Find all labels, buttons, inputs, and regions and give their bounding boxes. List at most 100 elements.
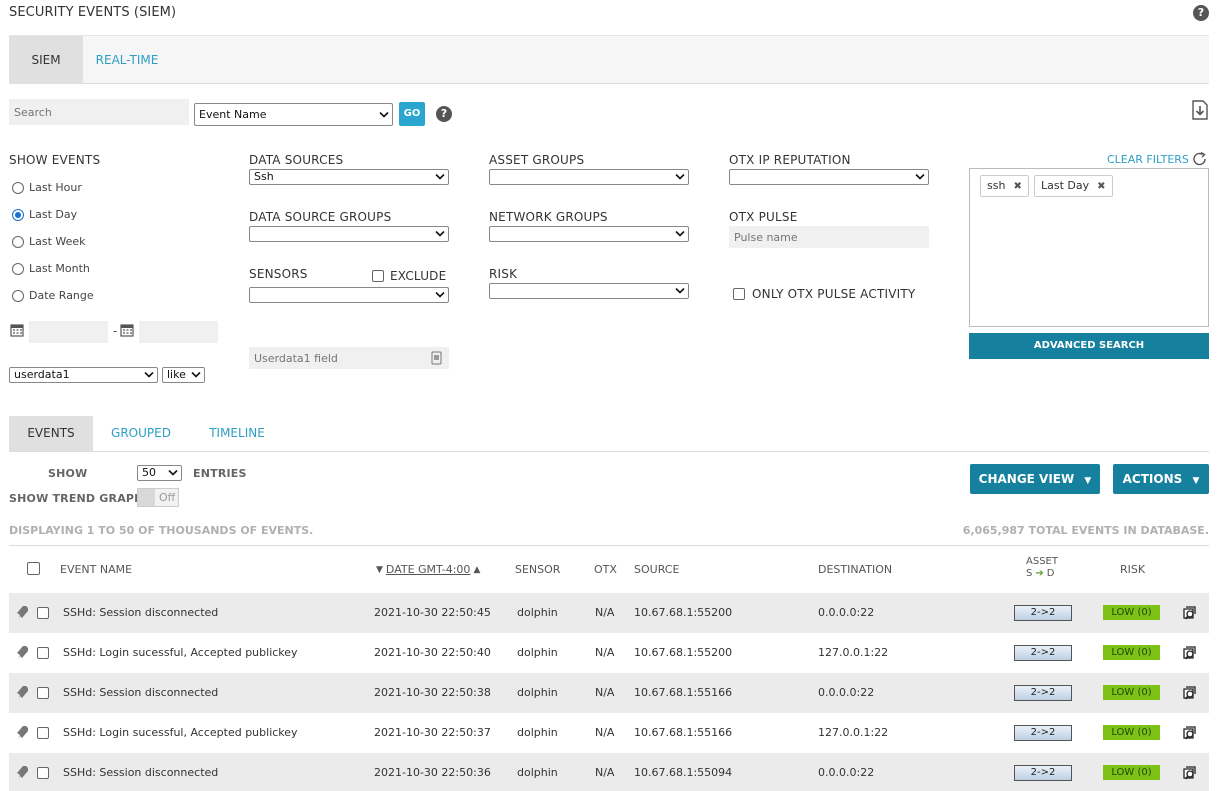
tab-siem[interactable]: SIEM [9,36,83,84]
row-checkbox[interactable] [37,607,49,619]
search-help-icon[interactable]: ? [436,106,452,122]
table-row[interactable]: SSHd: Session disconnected 2021-10-30 22… [9,753,1209,791]
tab-events[interactable]: EVENTS [9,416,93,451]
plug-icon [17,766,28,780]
help-icon[interactable]: ? [1193,5,1209,21]
event-name-cell[interactable]: SSHd: Session disconnected [63,593,218,633]
radio-button[interactable] [12,262,24,275]
userdata-operator-select[interactable]: like [162,367,205,383]
calendar-icon[interactable] [120,323,134,337]
otx-ip-reputation-select[interactable] [729,169,929,185]
keyboard-icon[interactable] [431,351,442,365]
close-icon[interactable]: ✖ [1013,181,1021,192]
row-checkbox[interactable] [37,727,49,739]
radio-button[interactable] [12,181,24,194]
destination-cell[interactable]: 0.0.0.0:22 [818,673,874,713]
sensors-select[interactable] [249,287,449,303]
col-date-label[interactable]: DATE GMT-4:00 [386,563,471,576]
change-view-button[interactable]: CHANGE VIEW ▼ [970,464,1100,494]
radio-last-week[interactable]: Last Week [12,235,86,248]
source-cell[interactable]: 10.67.68.1:55166 [634,713,732,753]
radio-last-month[interactable]: Last Month [12,262,90,275]
magnifier-icon[interactable] [1183,605,1201,621]
radio-last-day[interactable]: Last Day [12,208,77,221]
exclude-checkbox[interactable] [372,270,384,282]
go-button[interactable]: GO [399,102,425,126]
destination-cell[interactable]: 127.0.0.1:22 [818,713,888,753]
asset-groups-select[interactable] [489,169,689,185]
tab-real-time[interactable]: REAL-TIME [83,36,171,84]
sort-asc-icon[interactable]: ▲ [473,565,480,575]
magnifier-icon[interactable] [1183,725,1201,741]
col-destination[interactable]: DESTINATION [818,563,892,576]
only-otx-checkbox-row[interactable]: ONLY OTX PULSE ACTIVITY [733,287,915,301]
tab-grouped[interactable]: GROUPED [93,416,189,451]
magnifier-icon[interactable] [1183,765,1201,781]
source-cell[interactable]: 10.67.68.1:55200 [634,633,732,673]
date-to-input[interactable] [139,321,218,343]
filter-tag: ssh ✖ [980,175,1029,197]
row-checkbox[interactable] [37,687,49,699]
magnifier-icon[interactable] [1183,685,1201,701]
displaying-summary: DISPLAYING 1 TO 50 OF THOUSANDS OF EVENT… [9,524,314,537]
col-date[interactable]: ▼ DATE GMT-4:00 ▲ [376,563,480,576]
col-source[interactable]: SOURCE [634,563,679,576]
data-source-groups-label: DATA SOURCE GROUPS [249,210,392,224]
date-from-input[interactable] [29,321,108,343]
col-event-name[interactable]: EVENT NAME [60,563,132,576]
userdata-field-value: userdata1 [14,368,70,381]
event-name-cell[interactable]: SSHd: Session disconnected [63,753,218,791]
magnifier-icon[interactable] [1183,645,1201,661]
advanced-search-button[interactable]: ADVANCED SEARCH [969,333,1209,359]
search-input[interactable] [9,99,189,125]
radio-button[interactable] [12,235,24,248]
source-cell[interactable]: 10.67.68.1:55166 [634,673,732,713]
select-all-checkbox[interactable] [27,562,40,575]
tab-timeline[interactable]: TIMELINE [189,416,285,451]
table-row[interactable]: SSHd: Session disconnected 2021-10-30 22… [9,673,1209,713]
userdata-field-select[interactable]: userdata1 [9,367,158,383]
row-checkbox[interactable] [37,647,49,659]
radio-button-selected[interactable] [12,208,24,221]
download-icon[interactable] [1191,100,1209,120]
table-row[interactable]: SSHd: Login sucessful, Accepted publicke… [9,633,1209,673]
source-cell[interactable]: 10.67.68.1:55200 [634,593,732,633]
event-name-cell[interactable]: SSHd: Session disconnected [63,673,218,713]
entries-select[interactable]: 50 [137,465,182,481]
clear-filters-link[interactable]: CLEAR FILTERS [1107,153,1189,166]
calendar-icon[interactable] [10,323,24,337]
row-checkbox[interactable] [37,767,49,779]
otx-cell: N/A [595,726,615,739]
network-groups-select[interactable] [489,226,689,242]
event-name-cell[interactable]: SSHd: Login sucessful, Accepted publicke… [63,633,298,673]
source-cell[interactable]: 10.67.68.1:55094 [634,753,732,791]
userdata-value-input[interactable] [249,347,449,369]
actions-button[interactable]: ACTIONS ▼ [1113,464,1209,494]
destination-cell[interactable]: 0.0.0.0:22 [818,593,874,633]
event-name-cell[interactable]: SSHd: Login sucessful, Accepted publicke… [63,713,298,753]
show-label: SHOW [48,467,88,480]
search-field-select[interactable]: Event Name [194,103,393,126]
otx-pulse-input[interactable] [729,226,929,248]
radio-button[interactable] [12,289,24,302]
col-sensor[interactable]: SENSOR [515,563,560,576]
col-otx[interactable]: OTX [594,563,617,576]
exclude-checkbox-row[interactable]: EXCLUDE [372,269,446,283]
destination-cell[interactable]: 0.0.0.0:22 [818,753,874,791]
radio-date-range[interactable]: Date Range [12,289,94,302]
refresh-icon[interactable] [1192,152,1208,166]
table-row[interactable]: SSHd: Login sucessful, Accepted publicke… [9,713,1209,753]
close-icon[interactable]: ✖ [1097,181,1105,192]
trend-graph-toggle[interactable]: Off [137,488,179,507]
data-source-groups-select[interactable] [249,226,449,242]
radio-label: Date Range [29,289,94,302]
table-row[interactable]: SSHd: Session disconnected 2021-10-30 22… [9,593,1209,633]
only-otx-checkbox[interactable] [733,288,745,300]
risk-select[interactable] [489,283,689,299]
risk-badge: LOW (0) [1103,765,1160,780]
destination-cell[interactable]: 127.0.0.1:22 [818,633,888,673]
sort-desc-icon[interactable]: ▼ [376,565,383,575]
radio-last-hour[interactable]: Last Hour [12,181,82,194]
data-sources-select[interactable]: Ssh [249,169,449,185]
filter-tag-label: ssh [987,179,1006,192]
